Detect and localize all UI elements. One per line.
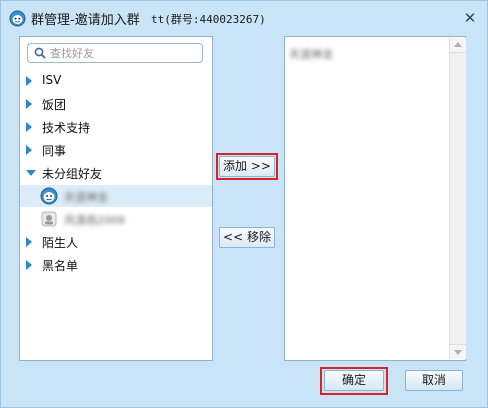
qq-logo-icon <box>9 10 26 27</box>
selected-members-panel: 天涯神龙 <box>284 36 466 361</box>
friend-list-panel: ISV 饭团 技术支持 同事 未分组好友 天涯神龙 <box>19 36 213 361</box>
cancel-button[interactable]: 取消 <box>405 370 463 391</box>
title-bar[interactable]: 群管理-邀请加入群 tt(群号:440023267) ✕ <box>1 1 487 35</box>
expand-arrow-icon <box>26 99 32 109</box>
friend-row[interactable]: 风清扬2009 <box>20 208 212 230</box>
scroll-down-button[interactable] <box>450 344 466 359</box>
group-label: 技术支持 <box>42 121 91 135</box>
group-label: 黑名单 <box>42 259 79 273</box>
group-label: 饭团 <box>42 98 67 112</box>
group-tech-support[interactable]: 技术支持 <box>20 116 212 138</box>
selected-member-item[interactable]: 天涯神龙 <box>289 46 333 62</box>
group-fantuan[interactable]: 饭团 <box>20 93 212 115</box>
group-label: ISV <box>42 73 62 87</box>
friend-name: 天涯神龙 <box>64 191 108 204</box>
window-title: 群管理-邀请加入群 <box>31 13 140 28</box>
collapse-arrow-icon <box>26 170 36 176</box>
group-label: 未分组好友 <box>42 167 103 181</box>
group-number-label: tt(群号:440023267) <box>151 13 266 26</box>
search-input[interactable] <box>50 45 198 61</box>
ok-button[interactable]: 确定 <box>324 370 384 391</box>
expand-arrow-icon <box>26 122 32 132</box>
scroll-down-arrow-icon <box>454 350 462 355</box>
group-isv[interactable]: ISV <box>20 70 212 92</box>
remove-button[interactable]: << 移除 <box>219 227 275 248</box>
search-box[interactable] <box>27 43 203 63</box>
group-ungrouped-friends[interactable]: 未分组好友 <box>20 162 212 184</box>
vertical-scrollbar[interactable] <box>449 38 466 359</box>
scroll-up-button[interactable] <box>450 38 466 53</box>
add-button[interactable]: 添加 >> <box>219 156 275 177</box>
avatar-offline-icon <box>41 211 57 227</box>
group-label: 陌生人 <box>42 236 79 250</box>
expand-arrow-icon <box>26 145 32 155</box>
group-blacklist[interactable]: 黑名单 <box>20 254 212 276</box>
group-label: 同事 <box>42 144 67 158</box>
close-icon: ✕ <box>463 9 477 27</box>
invite-dialog: 群管理-邀请加入群 tt(群号:440023267) ✕ ISV 饭团 技术支持 <box>0 0 488 408</box>
expand-arrow-icon <box>26 260 32 270</box>
group-strangers[interactable]: 陌生人 <box>20 231 212 253</box>
friend-row-selected[interactable]: 天涯神龙 <box>20 185 212 207</box>
close-button[interactable]: ✕ <box>462 10 478 26</box>
avatar-online-icon <box>40 187 58 205</box>
expand-arrow-icon <box>26 237 32 247</box>
scroll-up-arrow-icon <box>454 42 462 47</box>
expand-arrow-icon <box>26 76 32 86</box>
group-colleagues[interactable]: 同事 <box>20 139 212 161</box>
friend-name: 风清扬2009 <box>64 214 125 227</box>
search-icon <box>34 47 46 59</box>
